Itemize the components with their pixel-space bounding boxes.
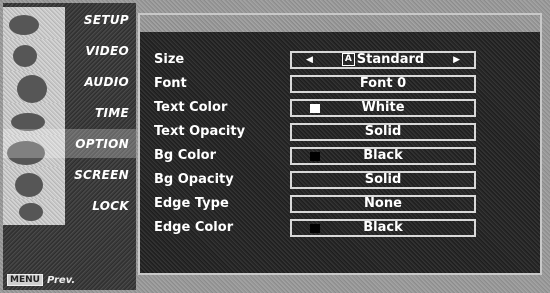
setting-row-edge-type[interactable]: Edge Type None xyxy=(140,193,540,215)
setting-row-size[interactable]: Size ◀ A Standard ▶ xyxy=(140,49,540,71)
size-selector[interactable]: ◀ A Standard ▶ xyxy=(290,51,476,69)
menu-key-badge: MENU xyxy=(7,274,43,286)
setting-label: Text Color xyxy=(154,100,228,115)
prev-hint: MENU Prev. xyxy=(7,274,75,286)
sidebar-item-label: OPTION xyxy=(75,136,129,151)
sidebar-item-video[interactable]: VIDEO xyxy=(3,36,136,65)
setting-label: Text Opacity xyxy=(154,124,246,139)
setting-value: Standard xyxy=(356,52,425,67)
sidebar-menu: SETUP VIDEO AUDIO TIME OPTION SCREEN LOC… xyxy=(3,3,136,290)
sidebar-item-audio[interactable]: AUDIO xyxy=(3,67,136,96)
sidebar-item-label: SETUP xyxy=(83,12,129,27)
setting-label: Bg Color xyxy=(154,148,217,163)
size-glyph-icon: A xyxy=(341,53,355,66)
setting-row-text-color[interactable]: Text Color White xyxy=(140,97,540,119)
bg-color-selector[interactable]: Black xyxy=(290,147,476,165)
setting-label: Size xyxy=(154,52,185,67)
prev-label: Prev. xyxy=(46,274,76,286)
sidebar-item-label: VIDEO xyxy=(85,43,129,58)
option-settings-panel: Size ◀ A Standard ▶ Font Font 0 Text Colo… xyxy=(138,13,542,275)
color-swatch-icon xyxy=(310,104,320,113)
edge-type-selector[interactable]: None xyxy=(290,195,476,213)
sidebar-item-option[interactable]: OPTION xyxy=(3,129,136,158)
setting-value: None xyxy=(364,196,402,211)
setting-row-edge-color[interactable]: Edge Color Black xyxy=(140,217,540,239)
text-color-selector[interactable]: White xyxy=(290,99,476,117)
setting-row-text-opacity[interactable]: Text Opacity Solid xyxy=(140,121,540,143)
sidebar-item-lock[interactable]: LOCK xyxy=(3,191,136,220)
sidebar-item-label: LOCK xyxy=(92,198,129,213)
setting-value: Font 0 xyxy=(359,76,407,91)
bg-opacity-selector[interactable]: Solid xyxy=(290,171,476,189)
sidebar-item-label: SCREEN xyxy=(74,167,129,182)
left-arrow-icon[interactable]: ◀ xyxy=(306,53,313,67)
setting-value: White xyxy=(361,100,405,115)
setting-label: Bg Opacity xyxy=(154,172,234,187)
setting-value: Black xyxy=(363,148,403,163)
color-swatch-icon xyxy=(310,152,320,161)
setting-value: Solid xyxy=(364,172,402,187)
tv-menu-screen: SETUP VIDEO AUDIO TIME OPTION SCREEN LOC… xyxy=(0,0,550,293)
sidebar-item-time[interactable]: TIME xyxy=(3,98,136,127)
setting-value: Black xyxy=(363,220,403,235)
setting-value: Solid xyxy=(364,124,402,139)
font-selector[interactable]: Font 0 xyxy=(290,75,476,93)
right-arrow-icon[interactable]: ▶ xyxy=(453,53,460,67)
setting-row-bg-color[interactable]: Bg Color Black xyxy=(140,145,540,167)
sidebar-item-screen[interactable]: SCREEN xyxy=(3,160,136,189)
setting-row-font[interactable]: Font Font 0 xyxy=(140,73,540,95)
panel-header-strip xyxy=(140,15,540,32)
setting-label: Edge Type xyxy=(154,196,229,211)
color-swatch-icon xyxy=(310,224,320,233)
sidebar-item-setup[interactable]: SETUP xyxy=(3,5,136,34)
setting-label: Edge Color xyxy=(154,220,234,235)
text-opacity-selector[interactable]: Solid xyxy=(290,123,476,141)
edge-color-selector[interactable]: Black xyxy=(290,219,476,237)
setting-row-bg-opacity[interactable]: Bg Opacity Solid xyxy=(140,169,540,191)
setting-label: Font xyxy=(154,76,187,91)
sidebar-item-label: AUDIO xyxy=(84,74,129,89)
sidebar-item-label: TIME xyxy=(95,105,129,120)
